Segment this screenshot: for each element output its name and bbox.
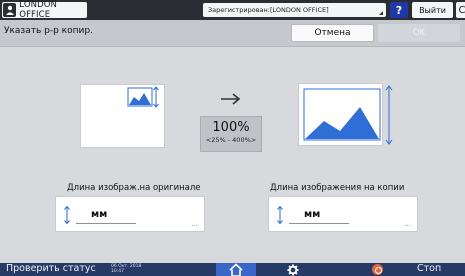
copy-paper <box>298 83 393 146</box>
ok-button[interactable]: OK <box>378 24 460 42</box>
original-length-label: Длина изображ.на оригинале <box>67 183 201 193</box>
original-paper <box>80 84 165 148</box>
top-bar: LONDON OFFICE Зарегистрирован:[LONDON OF… <box>0 0 465 20</box>
vertical-size-icon <box>277 206 283 224</box>
gear-icon <box>287 264 299 276</box>
cancel-button[interactable]: Отмена <box>291 24 374 42</box>
home-icon <box>229 263 243 276</box>
stop-icon <box>372 264 383 275</box>
page-title: Указать р-р копир. <box>4 26 93 36</box>
original-length-field[interactable]: мм ... <box>55 196 205 232</box>
copy-image-icon <box>303 85 393 145</box>
time: 10:47 <box>111 269 124 274</box>
input-underline <box>76 223 136 224</box>
ratio-value: 100% <box>212 120 250 135</box>
input-underline <box>289 223 349 224</box>
date-time: 06 Окт. 2018 10:47 <box>111 264 141 274</box>
logout-button[interactable]: Выйти <box>412 2 453 18</box>
help-button[interactable]: ? <box>390 2 408 18</box>
office-name: LONDON OFFICE <box>19 0 57 20</box>
stop-label: Стоп <box>417 263 442 274</box>
arrow-right-icon <box>221 93 241 105</box>
ratio-display: 100% <25% - 400%> <box>200 116 262 152</box>
user-icon <box>3 3 17 17</box>
title-bar: Указать р-р копир. Отмена OK <box>0 20 465 47</box>
settings-button[interactable] <box>285 263 301 276</box>
login-status-text: Зарегистрирован:[LONDON OFFICE] <box>208 6 329 14</box>
copy-length-unit: мм <box>304 209 321 220</box>
corner-marker-icon <box>379 11 383 15</box>
copy-length-label: Длина изображения на копии <box>270 183 405 193</box>
original-length-unit: мм <box>91 209 108 220</box>
original-length-more: ... <box>191 220 198 228</box>
copy-length-field[interactable]: мм ... <box>268 196 418 232</box>
ratio-range: <25% - 400%> <box>205 136 257 144</box>
office-user-button[interactable]: LONDON OFFICE <box>2 0 87 20</box>
bottom-bar: Проверить статус 06 Окт. 2018 10:47 Стоп <box>0 263 465 276</box>
back-button[interactable]: C <box>456 2 465 18</box>
vertical-size-icon <box>64 206 70 224</box>
stop-button[interactable]: Стоп <box>368 263 465 276</box>
login-status[interactable]: Зарегистрирован:[LONDON OFFICE] <box>203 3 386 17</box>
check-status-button[interactable]: Проверить статус <box>6 263 96 274</box>
home-button[interactable] <box>216 263 256 276</box>
original-image-icon <box>127 86 159 108</box>
copy-length-more: ... <box>404 220 411 228</box>
